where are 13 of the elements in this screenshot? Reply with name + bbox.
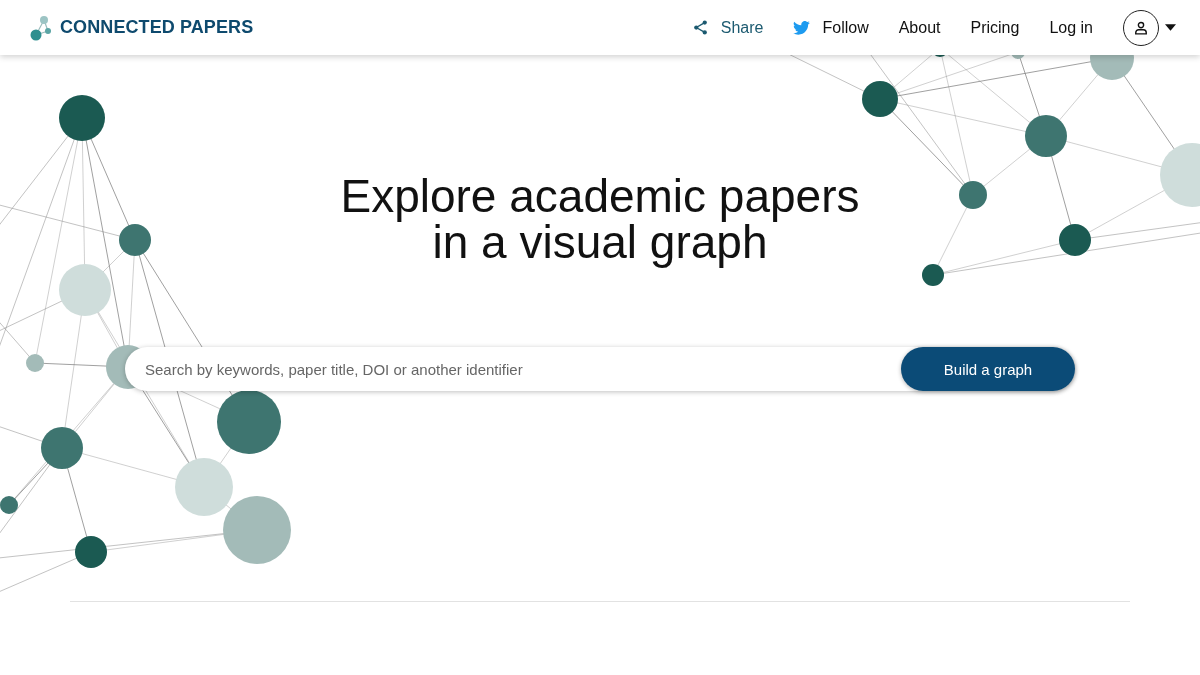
share-icon xyxy=(691,19,709,36)
nav-link[interactable]: Pricing xyxy=(970,18,1020,37)
logo-icon xyxy=(30,14,52,41)
brand-name: CONNECTED PAPERS xyxy=(60,17,254,38)
share-link[interactable]: Share xyxy=(691,18,764,37)
nav-link[interactable]: About xyxy=(898,18,941,37)
bird-icon xyxy=(793,20,811,35)
follow-link[interactable]: Follow xyxy=(793,18,869,37)
build-graph-button[interactable]: Build a graph xyxy=(901,347,1075,391)
nav-link[interactable]: Log in xyxy=(1049,18,1093,37)
user-icon xyxy=(1134,20,1148,35)
caret-icon xyxy=(1165,24,1176,31)
search-field[interactable]: Search by keywords, paper title, DOI or another identifier Build a graph xyxy=(125,347,1075,391)
